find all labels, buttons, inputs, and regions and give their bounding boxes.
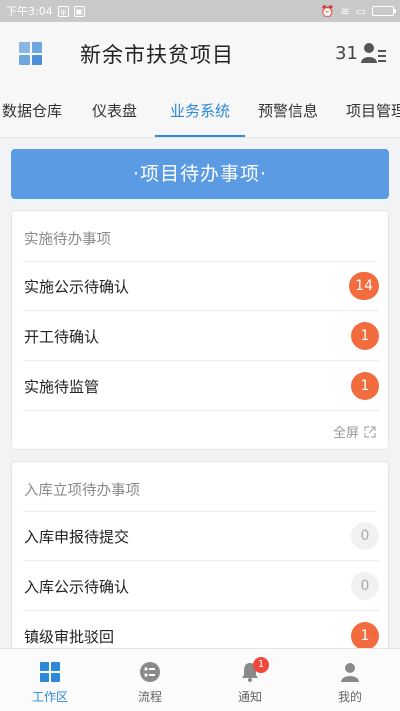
apps-grid-icon[interactable] (19, 42, 42, 65)
nav-mine[interactable]: 我的 (300, 649, 400, 711)
count-badge: 0 (351, 572, 379, 600)
workspace-icon (40, 662, 60, 682)
bottom-navigation: 工作区 流程 1 通知 我的 (0, 648, 400, 711)
count-badge: 1 (351, 372, 379, 400)
list-item-label: 入库申报待提交 (24, 528, 130, 546)
nav-label: 我的 (337, 690, 362, 704)
implementation-todo-card: 实施待办事项 实施公示待确认 14 开工待确认 1 实施待监管 1 全屏 (11, 210, 389, 450)
sim-icon: ▭ (355, 4, 366, 18)
tab-business-system[interactable]: 业务系统 (170, 84, 230, 137)
count-badge: 0 (351, 522, 379, 550)
card-title: 实施待办事项 (24, 232, 111, 248)
list-item[interactable]: 实施公示待确认 14 (12, 261, 390, 311)
fullscreen-label: 全屏 (332, 426, 359, 441)
user-count: 31 (335, 43, 358, 64)
nav-label: 流程 (137, 690, 162, 704)
todo-banner-button[interactable]: ·项目待办事项· (11, 149, 389, 199)
tab-warning-info[interactable]: 预警信息 (258, 84, 318, 137)
list-item-label: 开工待确认 (24, 328, 100, 346)
count-badge: 1 (351, 322, 379, 350)
notification-app-icon: ▣ (73, 5, 85, 17)
notification-badge: 1 (253, 657, 269, 673)
alarm-icon: ⏰ (320, 4, 335, 18)
page-title: 新余市扶贫项目 (80, 43, 234, 67)
warehousing-todo-card: 入库立项待办事项 入库申报待提交 0 入库公示待确认 0 镇级审批驳回 1 (11, 461, 389, 661)
app-header: 新余市扶贫项目 31 (0, 22, 400, 84)
nav-workspace[interactable]: 工作区 (0, 649, 100, 711)
tab-data-warehouse[interactable]: 数据仓库 (2, 84, 62, 137)
list-item[interactable]: 开工待确认 1 (12, 311, 390, 361)
list-item-label: 入库公示待确认 (24, 578, 130, 596)
expand-icon (364, 425, 376, 438)
card-title: 入库立项待办事项 (24, 483, 140, 499)
count-badge: 14 (349, 272, 379, 300)
count-badge: 1 (351, 622, 379, 650)
tab-dashboard[interactable]: 仪表盘 (92, 84, 137, 137)
fullscreen-button[interactable]: 全屏 (333, 422, 376, 441)
nav-label: 工作区 (31, 690, 68, 704)
divider (23, 410, 379, 411)
list-item-label: 实施公示待确认 (24, 278, 130, 296)
list-item-label: 镇级审批驳回 (24, 628, 115, 646)
wifi-icon: ≋ (340, 4, 350, 18)
battery-icon (372, 6, 396, 16)
usb-icon: ψ (57, 5, 69, 17)
list-item[interactable]: 入库申报待提交 0 (12, 511, 390, 561)
status-time: 下午3:04 (6, 5, 53, 18)
tab-bar: 数据仓库 仪表盘 业务系统 预警信息 项目管理 (0, 84, 400, 138)
person-icon (341, 663, 359, 682)
nav-flow[interactable]: 流程 (100, 649, 200, 711)
list-item[interactable]: 入库公示待确认 0 (12, 561, 390, 611)
tab-project-management[interactable]: 项目管理 (346, 84, 400, 137)
active-tab-indicator (155, 135, 245, 137)
nav-notifications[interactable]: 1 通知 (200, 649, 300, 711)
flow-icon (140, 662, 160, 682)
nav-label: 通知 (237, 690, 262, 704)
list-item-label: 实施待监管 (24, 378, 100, 396)
status-bar: 下午3:04 ψ ▣ ⏰ ≋ ▭ (0, 0, 400, 22)
user-list-icon[interactable] (361, 42, 387, 64)
list-item[interactable]: 实施待监管 1 (12, 361, 390, 411)
